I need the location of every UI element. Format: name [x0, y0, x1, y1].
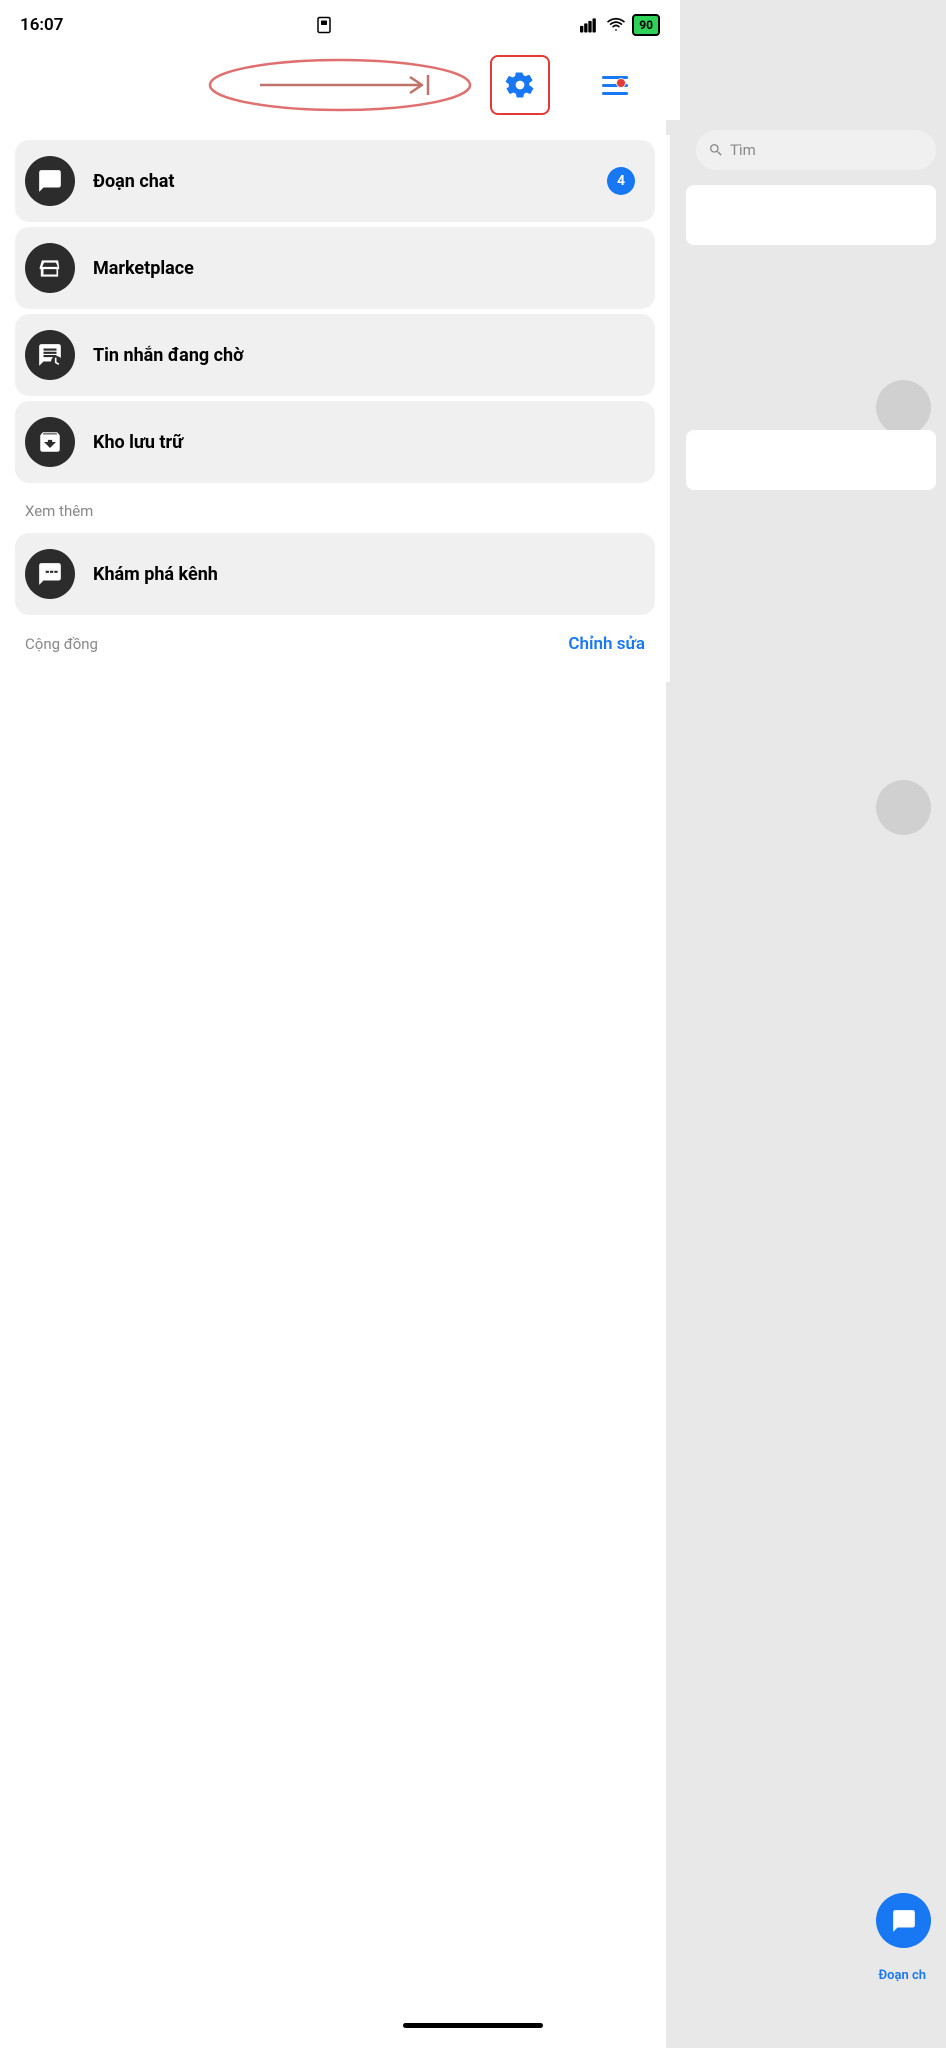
chat-icon [37, 168, 63, 194]
menu-item-pending[interactable]: Tin nhắn đang chờ [15, 314, 655, 396]
gear-icon [505, 70, 535, 100]
archive-label: Kho lưu trữ [93, 432, 183, 453]
status-icons: 90 [580, 14, 660, 36]
hamburger-icon [602, 76, 628, 95]
right-chat-card-1[interactable] [686, 185, 936, 245]
search-placeholder: Tìm [730, 141, 756, 159]
marketplace-icon [37, 255, 63, 281]
cong-dong-label: Cộng đồng [25, 635, 98, 653]
pending-chat-icon [37, 342, 63, 368]
status-bar: 16:07 90 [0, 0, 680, 50]
signal-icon [580, 17, 600, 33]
header-toolbar [0, 50, 680, 120]
right-panel [666, 0, 946, 2048]
menu-item-doan-chat[interactable]: Đoạn chat 4 [15, 140, 655, 222]
right-avatar-circle-1 [876, 380, 931, 435]
fab-compose-button[interactable] [876, 1893, 931, 1948]
main-menu: Đoạn chat 4 Marketplace Tin nhắn đang ch… [0, 135, 670, 682]
archive-icon-container [25, 417, 75, 467]
chat-badge: 4 [607, 167, 635, 195]
right-bottom-label: Đoạn ch [878, 1968, 926, 1983]
explore-icon [37, 561, 63, 587]
chinh-sua-button[interactable]: Chỉnh sửa [568, 634, 645, 654]
pending-icon-container [25, 330, 75, 380]
chat-icon-container [25, 156, 75, 206]
status-time: 16:07 [20, 15, 63, 35]
marketplace-label: Marketplace [93, 258, 194, 279]
sim-icon [315, 16, 333, 34]
explore-label: Khám phá kênh [93, 564, 218, 585]
menu-item-marketplace[interactable]: Marketplace [15, 227, 655, 309]
hamburger-button[interactable] [580, 55, 650, 115]
compose-icon [891, 1908, 917, 1934]
pending-label: Tin nhắn đang chờ [93, 345, 244, 366]
notification-dot [616, 78, 626, 88]
home-indicator [403, 2023, 543, 2028]
search-icon [708, 142, 724, 158]
settings-button[interactable] [490, 55, 550, 115]
search-bar[interactable]: Tìm [696, 130, 936, 170]
explore-icon-container [25, 549, 75, 599]
annotation-circle [200, 55, 480, 115]
wifi-icon [606, 17, 626, 33]
xem-them-label: Xem thêm [15, 488, 655, 528]
right-avatar-circle-2 [876, 780, 931, 835]
marketplace-icon-container [25, 243, 75, 293]
menu-item-explore[interactable]: Khám phá kênh [15, 533, 655, 615]
community-header: Cộng đồng Chỉnh sửa [15, 620, 655, 662]
menu-item-archive[interactable]: Kho lưu trữ [15, 401, 655, 483]
archive-icon [37, 429, 63, 455]
battery-indicator: 90 [632, 14, 660, 36]
doan-chat-label: Đoạn chat [93, 171, 175, 192]
right-chat-card-2[interactable] [686, 430, 936, 490]
